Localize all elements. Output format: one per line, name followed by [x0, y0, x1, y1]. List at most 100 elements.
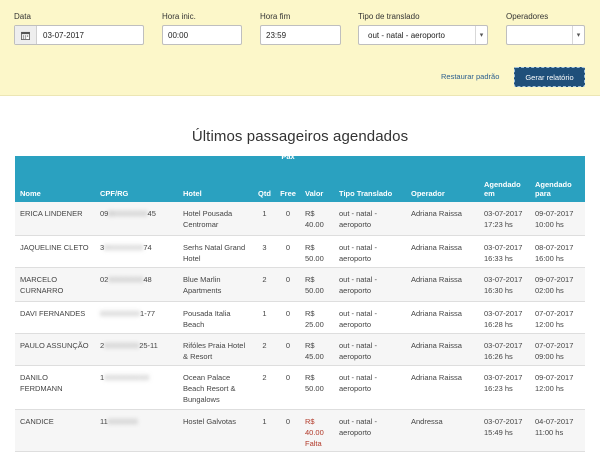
valor-amount: R$ 50.00 [305, 372, 324, 393]
cell-hotel: Pousada Italia Beach [178, 301, 253, 334]
cell-qtd: 3 [253, 235, 275, 268]
tipo-translado-label: Tipo de translado [358, 12, 420, 21]
cell-agendado-para: 08-07-2017 16:00 hs [530, 235, 585, 268]
cell-tipo: out - natal - aeroporto [334, 409, 406, 452]
valor-amount: R$ 40.00 [305, 416, 324, 437]
table-row: DAVI FERNANDES XXXXXXXX1-77 Pousada Italia… [15, 301, 585, 334]
cell-agendado-para: 07-07-2017 09:00 hs [530, 333, 585, 366]
header-free-label: Free [280, 189, 296, 198]
cell-free: 0 [275, 267, 300, 302]
header-pax: Pax [281, 152, 295, 161]
cell-hotel: Serhs Natal Grand Hotel [178, 235, 253, 268]
cell-agendado-em: 03-07-2017 16:30 hs [479, 267, 530, 302]
cell-hotel: Hotel Pousada Centromar [178, 202, 253, 236]
cell-qtd: 2 [253, 365, 275, 410]
cell-free: 0 [275, 365, 300, 410]
hora-inic-value: 00:00 [168, 30, 189, 40]
tipo-translado-value: out - natal - aeroporto [368, 30, 445, 40]
cell-cpf: 11XXXXXX [95, 409, 178, 452]
cell-hotel: Blue Marlin Apartments [178, 267, 253, 302]
table-row: JAQUELINE CLETO 30XXXXXXX74 Serhs Natal Gr… [15, 235, 585, 268]
cell-hotel: Ocean Palace Beach Resort & Bungalows [178, 365, 253, 410]
cell-free: 0 [275, 333, 300, 366]
cell-operador: Adriana Raissa [406, 202, 479, 236]
table-row: ERICA LINDENER 098XXXXXXX45 Hotel Pousada … [15, 202, 585, 236]
cell-valor: R$ 50.00 [300, 235, 334, 268]
header-nome: Nome [15, 156, 95, 202]
cell-operador: Adriana Raissa [406, 301, 479, 334]
date-value: 03-07-2017 [43, 30, 84, 40]
header-qtd-label: Qtd [258, 189, 271, 198]
restore-default-link[interactable]: Restaurar padrão [441, 72, 499, 81]
cell-operador: Adriana Raissa [406, 333, 479, 366]
cpf-redacted: XXXXXX [107, 416, 138, 426]
cell-cpf: 02XXXXXXX48 [95, 267, 178, 302]
cell-agendado-em: 03-07-2017 15:49 hs [479, 409, 530, 452]
cell-operador: Adriana Raissa [406, 235, 479, 268]
cell-qtd: 1 [253, 409, 275, 452]
cell-agendado-em: 03-07-2017 16:23 hs [479, 365, 530, 410]
cpf-redacted: XXXXXXX [108, 274, 144, 284]
cell-agendado-em: 03-07-2017 16:26 hs [479, 333, 530, 366]
calendar-icon[interactable] [15, 26, 37, 44]
cpf-end: 45 [147, 209, 156, 218]
header-qtd: Qtd [253, 156, 275, 202]
cell-valor: R$ 50.00 [300, 267, 334, 302]
hora-inic-input[interactable]: 00:00 [162, 25, 242, 45]
cell-nome: DAVI FERNANDES [15, 301, 95, 334]
cell-nome: CANDICE [15, 409, 95, 452]
cell-nome: JAQUELINE CLETO [15, 235, 95, 268]
cell-cpf: 2XXXXXXX25-11 [95, 333, 178, 366]
cell-free: 0 [275, 235, 300, 268]
cell-hotel: Hostel Galvotas [178, 409, 253, 452]
valor-amount: R$ 40.00 [305, 209, 324, 229]
cpf-redacted: 8XXXXXXX [108, 209, 148, 218]
cpf-redacted: XXXXXXXXX [104, 372, 150, 382]
table-row: MARCELO CURNARRO 02XXXXXXX48 Blue Marlin A… [15, 267, 585, 302]
cell-tipo: out - natal - aeroporto [334, 301, 406, 334]
cpf-end: 74 [143, 242, 152, 252]
cell-nome: PAULO ASSUNÇÃO [15, 333, 95, 366]
chevron-down-icon: ▾ [572, 26, 584, 44]
generate-report-button[interactable]: Gerar relatório [514, 67, 585, 87]
cell-agendado-para: 09-07-2017 10:00 hs [530, 202, 585, 236]
falta-label: Falta [305, 438, 322, 448]
cell-agendado-para: 09-07-2017 12:00 hs [530, 365, 585, 410]
operadores-select[interactable]: ▾ [506, 25, 585, 45]
cpf-start: 11 [100, 416, 108, 426]
cell-tipo: out - natal - aeroporto [334, 333, 406, 366]
table-row: DANILO FERDMANN 1XXXXXXXXX Ocean Palace Be… [15, 365, 585, 410]
cell-cpf: 098XXXXXXX45 [95, 202, 178, 236]
valor-amount: R$ 45.00 [305, 340, 324, 361]
header-agendado-para: Agendado para [530, 156, 585, 202]
operadores-label: Operadores [506, 12, 549, 21]
cpf-redacted: XXXXXXX [104, 340, 140, 350]
cell-valor: R$ 40.00 [300, 202, 334, 236]
header-cpf: CPF/RG [95, 156, 178, 202]
date-input[interactable]: 03-07-2017 [14, 25, 144, 45]
cell-nome: ERICA LINDENER [15, 202, 95, 236]
cpf-end: 1-77 [140, 308, 156, 318]
data-label: Data [14, 12, 31, 21]
cell-agendado-em: 03-07-2017 16:33 hs [479, 235, 530, 268]
table-row: PAULO ASSUNÇÃO 2XXXXXXX25-11 Rifóles Praia… [15, 333, 585, 366]
cell-tipo: out - natal - aeroporto [334, 267, 406, 302]
header-free: Pax Free [275, 152, 300, 202]
cell-tipo: out - natal - aeroporto [334, 235, 406, 268]
table-row: CANDICE 11XXXXXX Hostel Galvotas 1 0 R$ 40.00… [15, 409, 585, 452]
header-hotel: Hotel [178, 156, 253, 202]
tipo-translado-select[interactable]: out - natal - aeroporto ▾ [358, 25, 488, 45]
hora-fim-input[interactable]: 23:59 [260, 25, 341, 45]
header-tipo: Tipo Translado [334, 156, 406, 202]
section-title: Últimos passageiros agendados [191, 128, 409, 145]
cell-free: 0 [275, 409, 300, 452]
cell-agendado-para: 07-07-2017 12:00 hs [530, 301, 585, 334]
cell-qtd: 1 [253, 301, 275, 334]
cell-valor: R$ 45.00 [300, 333, 334, 366]
cell-operador: Andressa [406, 409, 479, 452]
cell-free: 0 [275, 301, 300, 334]
valor-amount: R$ 50.00 [305, 274, 324, 295]
cell-qtd: 2 [253, 267, 275, 302]
header-valor: Valor [300, 156, 334, 202]
cell-nome: MARCELO CURNARRO [15, 267, 95, 302]
